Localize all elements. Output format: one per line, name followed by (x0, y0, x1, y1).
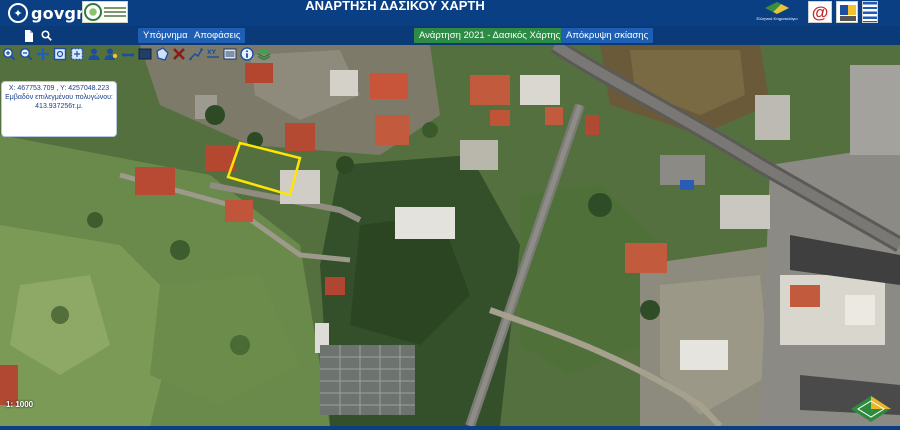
zoom-selection-icon[interactable] (69, 45, 85, 62)
map-select-dropdown[interactable]: Ανάρτηση 2021 - Δασικός Χάρτης ▼ (414, 28, 575, 43)
page-title: ΑΝΑΡΤΗΣΗ ΔΑΣΙΚΟΥ ΧΑΡΤΗ (305, 0, 485, 13)
map-scale: 1: 1000 (6, 400, 34, 409)
user-pin-icon[interactable] (103, 45, 119, 62)
layers-icon[interactable] (256, 45, 272, 62)
polygon-select-icon[interactable] (154, 45, 170, 62)
program-logo (836, 1, 858, 23)
ktimatologio-emblem-icon (765, 2, 789, 14)
coordinate-info-panel: X: 467753.709 , Y: 4257048.223 Εμβαδόν ε… (1, 81, 117, 137)
zoom-out-icon[interactable] (18, 45, 34, 62)
identify-user-icon[interactable] (86, 45, 102, 62)
legend-button[interactable]: Υπόμνημα (138, 28, 193, 43)
ktimatologio-logo: Ελληνικό Κτηματολόγιο (752, 2, 802, 24)
draw-line-icon[interactable] (188, 45, 204, 62)
area-value: 413.937256τ.μ. (35, 103, 83, 110)
nav-bar: Υπόμνημα Αποφάσεις Ανάρτηση 2021 - Δασικ… (0, 26, 900, 45)
zoom-in-icon[interactable] (1, 45, 17, 62)
pan-icon[interactable] (35, 45, 51, 62)
xy-coordinates-icon[interactable]: XY (205, 45, 221, 62)
north-arrow-icon (851, 396, 891, 422)
decisions-button[interactable]: Αποφάσεις (189, 28, 246, 43)
map-toolbar: XY (0, 45, 272, 63)
zoom-extent-icon[interactable] (52, 45, 68, 62)
measure-line-icon[interactable] (120, 45, 136, 62)
app-header: ✦ govgr ΑΝΑΡΤΗΣΗ ΔΑΣΙΚΟΥ ΧΑΡΤΗ Ελληνικό … (0, 0, 900, 26)
area-label: Εμβαδόν επιλεγμένου πολυγώνου: (5, 94, 113, 101)
measure-area-icon[interactable] (137, 45, 153, 62)
document-icon[interactable] (20, 27, 37, 44)
aerial-imagery (0, 45, 900, 426)
hide-shading-button[interactable]: Απόκρυψη σκίασης (561, 28, 654, 43)
svg-text:XY: XY (207, 49, 217, 56)
print-icon[interactable] (222, 45, 238, 62)
ktimatologio-caption: Ελληνικό Κτηματολόγιο (756, 16, 798, 21)
map-select-label: Ανάρτηση 2021 - Δασικός Χάρτης (419, 30, 561, 41)
coordinates-readout: X: 467753.709 , Y: 4257048.223 (8, 85, 110, 92)
info-icon[interactable] (239, 45, 255, 62)
map-canvas[interactable] (0, 45, 900, 426)
search-icon[interactable] (38, 27, 55, 44)
footer-bar (0, 426, 900, 430)
clear-x-icon[interactable] (171, 45, 187, 62)
at-sign-logo: @ (808, 1, 832, 23)
greek-flag-icon (862, 1, 878, 23)
